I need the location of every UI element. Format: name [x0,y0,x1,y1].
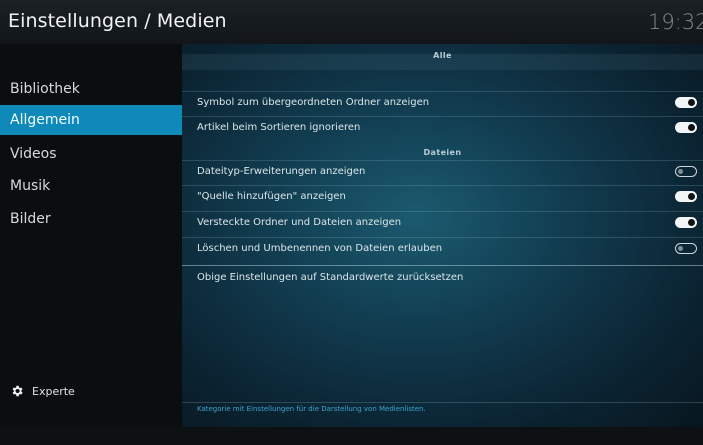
setting-row-delete-rename[interactable]: Löschen und Umbenennen von Dateien erlau… [182,237,703,259]
setting-row-ignore-articles[interactable]: Artikel beim Sortieren ignorieren [182,116,703,138]
clock: 19:32 [648,10,703,34]
bottom-bar [0,427,703,445]
toggle-switch[interactable] [675,122,697,133]
setting-row-parent-folder[interactable]: Symbol zum übergeordneten Ordner anzeige… [182,91,703,113]
setting-row-add-source[interactable]: "Quelle hinzufügen" anzeigen [182,185,703,207]
sidebar-item-videos[interactable]: Videos [0,139,182,169]
setting-label: Dateityp-Erweiterungen anzeigen [197,166,366,177]
sidebar: Bibliothek Allgemein Videos Musik Bilder… [0,44,182,427]
page-title: Einstellungen / Medien [8,10,227,32]
setting-label: "Quelle hinzufügen" anzeigen [197,191,346,202]
toggle-switch[interactable] [675,191,697,202]
setting-label: Löschen und Umbenennen von Dateien erlau… [197,243,443,254]
settings-panel: Alle Symbol zum übergeordneten Ordner an… [182,44,703,427]
sidebar-item-bilder[interactable]: Bilder [0,204,182,234]
category-hint: Kategorie mit Einstellungen für die Dars… [197,405,426,413]
section-header-dateien: Dateien [423,148,462,157]
toggle-switch[interactable] [675,166,697,177]
reset-defaults-button[interactable]: Obige Einstellungen auf Standardwerte zu… [182,265,703,289]
sidebar-item-musik[interactable]: Musik [0,171,182,201]
setting-label: Artikel beim Sortieren ignorieren [197,122,361,133]
header-bar: Einstellungen / Medien 19:32 [0,0,703,44]
gear-icon [12,385,23,397]
toggle-switch[interactable] [675,217,697,228]
setting-label: Symbol zum übergeordneten Ordner anzeige… [197,97,430,108]
sidebar-item-allgemein[interactable]: Allgemein [0,105,182,135]
divider [182,402,703,403]
section-header-alle: Alle [433,51,452,60]
toggle-switch[interactable] [675,243,697,254]
setting-row-file-extensions[interactable]: Dateityp-Erweiterungen anzeigen [182,160,703,182]
toggle-switch[interactable] [675,97,697,108]
reset-label: Obige Einstellungen auf Standardwerte zu… [197,272,464,283]
setting-label: Versteckte Ordner und Dateien anzeigen [197,217,402,228]
expert-label: Experte [32,384,75,398]
setting-row-hidden-files[interactable]: Versteckte Ordner und Dateien anzeigen [182,211,703,233]
expert-level-button[interactable]: Experte [10,384,75,398]
sidebar-item-bibliothek[interactable]: Bibliothek [0,74,182,104]
